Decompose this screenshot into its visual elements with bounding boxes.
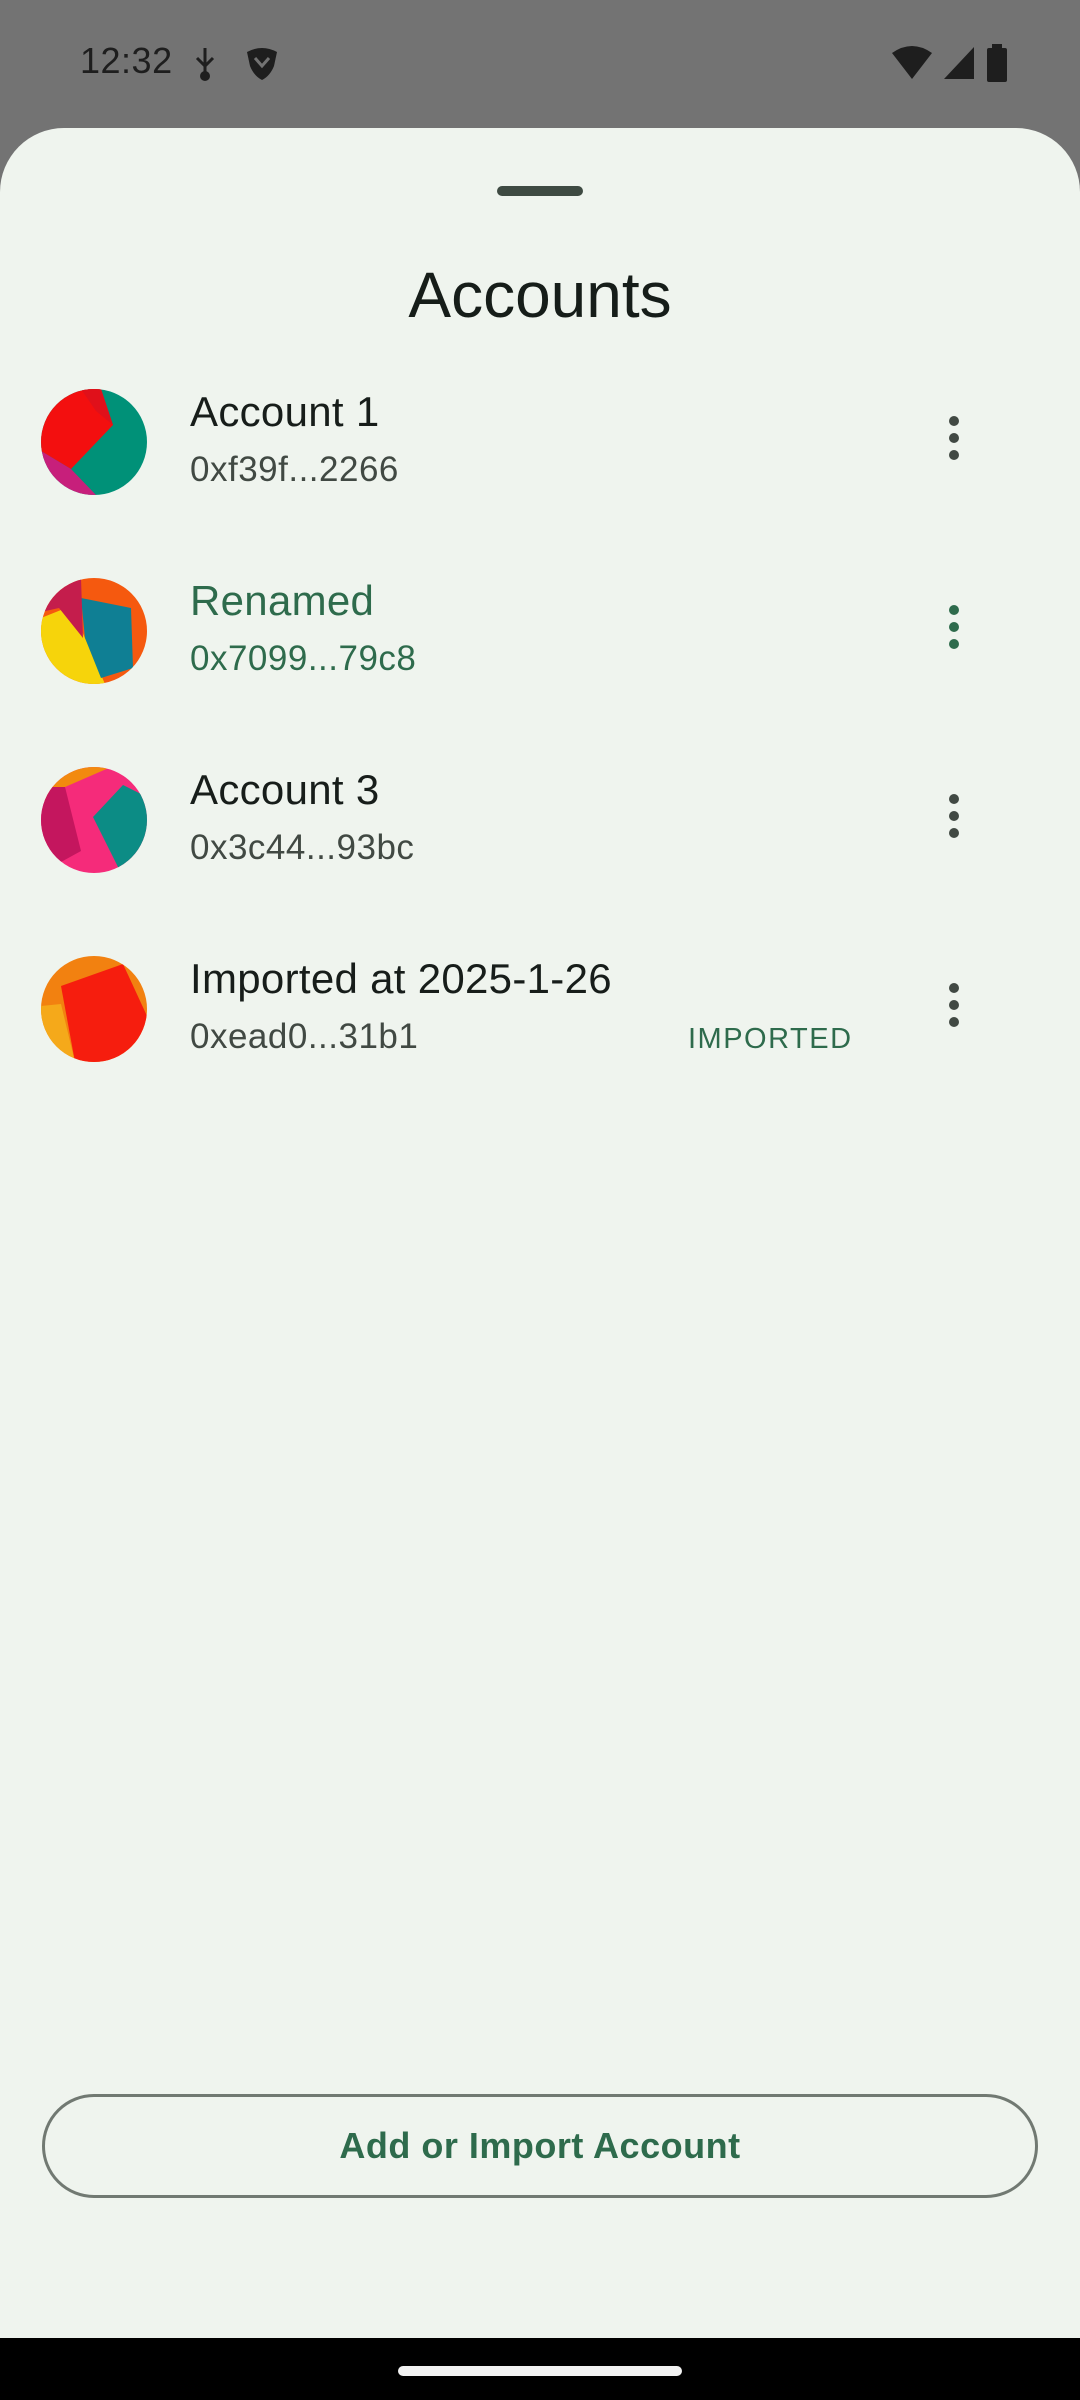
more-options-button[interactable]: [918, 400, 990, 480]
status-bar: 12:32: [0, 0, 1080, 128]
wifi-icon: [892, 45, 932, 86]
imported-badge: IMPORTED: [688, 1023, 853, 1055]
signal-icon: [942, 45, 976, 86]
battery-icon: [986, 44, 1008, 87]
more-options-button[interactable]: [918, 967, 990, 1047]
more-options-button[interactable]: [918, 589, 990, 669]
more-vert-icon: [948, 793, 960, 844]
add-import-account-button[interactable]: Add or Import Account: [42, 2094, 1038, 2198]
account-name: Account 3: [190, 766, 380, 813]
account-row-2[interactable]: Renamed 0x7099...79c8: [0, 557, 1080, 746]
more-vert-icon: [948, 604, 960, 655]
drag-handle[interactable]: [497, 186, 583, 196]
account-name: Imported at 2025-1-26: [190, 955, 612, 1002]
account-avatar: [41, 389, 147, 495]
account-address: 0x7099...79c8: [190, 639, 417, 678]
accounts-bottom-sheet: Accounts Account 1 0xf39f...2266 Renamed…: [0, 128, 1080, 2338]
account-avatar: [41, 956, 147, 1062]
account-name: Renamed: [190, 577, 375, 624]
more-options-button[interactable]: [918, 778, 990, 858]
usb-debug-icon: [190, 44, 220, 89]
home-gesture-handle[interactable]: [398, 2366, 682, 2376]
account-address: 0xead0...31b1: [190, 1017, 419, 1056]
shield-icon: [244, 44, 280, 89]
navigation-bar: [0, 2338, 1080, 2400]
account-row-1[interactable]: Account 1 0xf39f...2266: [0, 368, 1080, 557]
account-list: Account 1 0xf39f...2266 Renamed 0x7099..…: [0, 368, 1080, 1124]
status-time: 12:32: [80, 40, 173, 81]
more-vert-icon: [948, 415, 960, 466]
more-vert-icon: [948, 982, 960, 1033]
account-row-4[interactable]: Imported at 2025-1-26 0xead0...31b1 IMPO…: [0, 935, 1080, 1124]
account-address: 0x3c44...93bc: [190, 828, 415, 867]
account-name: Account 1: [190, 388, 380, 435]
sheet-title: Accounts: [408, 259, 672, 331]
account-row-3[interactable]: Account 3 0x3c44...93bc: [0, 746, 1080, 935]
account-avatar: [41, 767, 147, 873]
account-avatar: [41, 578, 147, 684]
account-address: 0xf39f...2266: [190, 450, 399, 489]
